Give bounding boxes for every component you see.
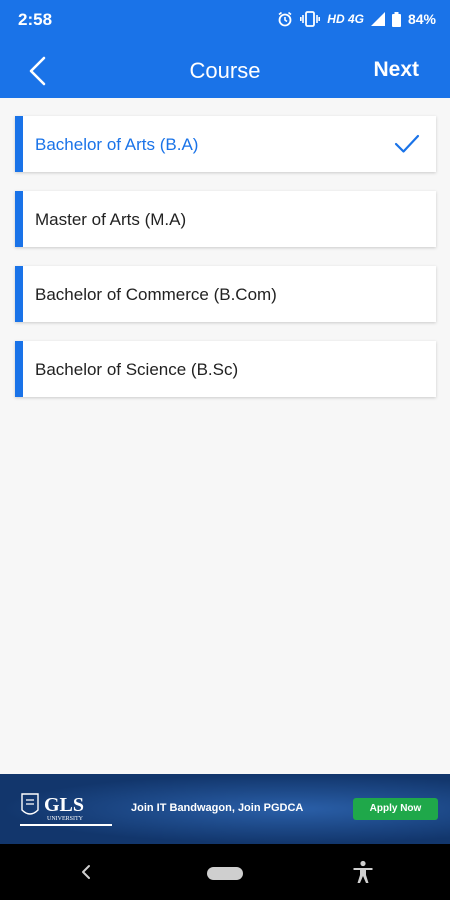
ad-banner[interactable]: GLS UNIVERSITY Join IT Bandwagon, Join P… <box>0 774 450 844</box>
logo-subtext: UNIVERSITY <box>47 816 84 822</box>
course-label: Bachelor of Science (B.Sc) <box>35 360 239 379</box>
battery-percent: 84% <box>407 11 436 27</box>
network-type: HD 4G <box>327 12 364 26</box>
course-list: Bachelor of Arts (B.A) Master of Arts (M… <box>15 116 436 416</box>
check-icon <box>394 134 420 153</box>
course-label: Master of Arts (M.A) <box>35 210 187 229</box>
course-label: Bachelor of Arts (B.A) <box>35 135 199 154</box>
status-bar: 2:58 HD 4G 84% <box>0 0 450 40</box>
next-button[interactable]: Next <box>373 58 419 82</box>
app-bar: Course Next <box>0 40 450 98</box>
course-item-bcom[interactable]: Bachelor of Commerce (B.Com) <box>15 266 436 322</box>
ad-text: Join IT Bandwagon, Join PGDCA <box>131 802 304 814</box>
accessibility-icon[interactable] <box>352 860 374 884</box>
course-label: Bachelor of Commerce (B.Com) <box>35 285 277 304</box>
status-time: 2:58 <box>18 10 53 29</box>
course-item-ma[interactable]: Master of Arts (M.A) <box>15 191 436 247</box>
signal-icon <box>370 12 385 26</box>
course-item-ba[interactable]: Bachelor of Arts (B.A) <box>15 116 436 172</box>
status-icons: HD 4G 84% <box>277 11 436 27</box>
system-nav-bar <box>0 844 450 900</box>
vibrate-icon <box>300 11 321 27</box>
course-item-bsc[interactable]: Bachelor of Science (B.Sc) <box>15 341 436 397</box>
logo-text: GLS <box>44 794 84 816</box>
nav-back-icon[interactable] <box>76 862 96 882</box>
gls-university-logo: GLS UNIVERSITY <box>20 793 112 826</box>
battery-icon <box>391 11 401 27</box>
nav-home-pill[interactable] <box>207 867 243 880</box>
apply-now-button[interactable]: Apply Now <box>353 798 438 820</box>
alarm-icon <box>278 11 292 27</box>
